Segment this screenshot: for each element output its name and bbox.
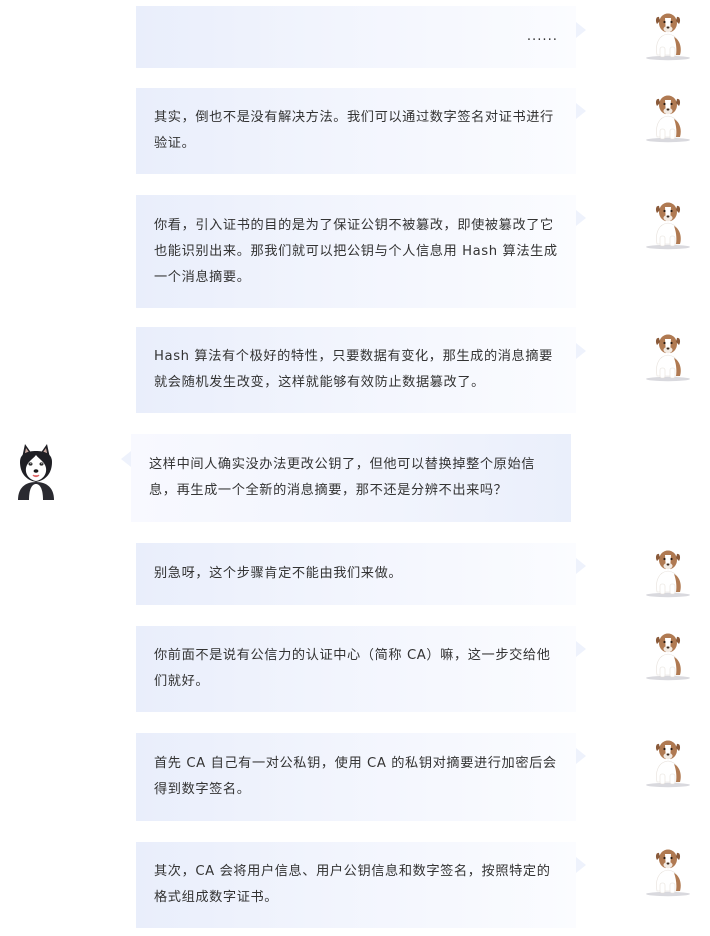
message-bubble: 首先 CA 自己有一对公私钥，使用 CA 的私钥对摘要进行加密后会得到数字签名。: [136, 733, 576, 821]
message-bubble: 你看，引入证书的目的是为了保证公钥不被篡改，即使被篡改了它也能识别出来。那我们就…: [136, 195, 576, 308]
message-text: 首先 CA 自己有一对公私钥，使用 CA 的私钥对摘要进行加密后会得到数字签名。: [154, 756, 557, 797]
bubble-tail: [121, 451, 131, 467]
message-text: 这样中间人确实没办法更改公钥了，但他可以替换掉整个原始信息，再生成一个全新的消息…: [149, 457, 536, 498]
message-text: 别急呀，这个步骤肯定不能由我们来做。: [154, 566, 403, 581]
message-bubble: 这样中间人确实没办法更改公钥了，但他可以替换掉整个原始信息，再生成一个全新的消息…: [131, 434, 571, 522]
message-text: Hash 算法有个极好的特性，只要数据有变化，那生成的消息摘要就会随机发生改变，…: [154, 349, 553, 390]
bubble-tail: [576, 103, 586, 119]
bubble-tail: [576, 558, 586, 574]
husky-avatar-icon: [14, 442, 58, 500]
bubble-tail: [576, 343, 586, 359]
puppy-avatar-icon: [643, 9, 693, 61]
puppy-avatar-icon: [643, 91, 693, 143]
puppy-avatar-icon: [643, 198, 693, 250]
bubble-tail: [576, 641, 586, 657]
message-text: 其次，CA 会将用户信息、用户公钥信息和数字签名，按照特定的格式组成数字证书。: [154, 864, 551, 905]
message-text: 你前面不是说有公信力的认证中心（简称 CA）嘛，这一步交给他们就好。: [154, 648, 551, 689]
puppy-avatar-icon: [643, 546, 693, 598]
message-bubble: Hash 算法有个极好的特性，只要数据有变化，那生成的消息摘要就会随机发生改变，…: [136, 327, 576, 413]
puppy-avatar-icon: [643, 629, 693, 681]
message-bubble: ......: [136, 6, 576, 68]
puppy-avatar-icon: [643, 845, 693, 897]
puppy-avatar-icon: [643, 330, 693, 382]
message-text: 你看，引入证书的目的是为了保证公钥不被篡改，即使被篡改了它也能识别出来。那我们就…: [154, 217, 558, 285]
message-bubble: 你前面不是说有公信力的认证中心（简称 CA）嘛，这一步交给他们就好。: [136, 626, 576, 712]
message-text: ......: [526, 29, 558, 44]
message-bubble: 其次，CA 会将用户信息、用户公钥信息和数字签名，按照特定的格式组成数字证书。: [136, 842, 576, 928]
puppy-avatar-icon: [643, 736, 693, 788]
message-bubble: 其实，倒也不是没有解决方法。我们可以通过数字签名对证书进行验证。: [136, 88, 576, 174]
bubble-tail: [576, 22, 586, 38]
message-text: 其实，倒也不是没有解决方法。我们可以通过数字签名对证书进行验证。: [154, 110, 554, 151]
bubble-tail: [576, 748, 586, 764]
message-bubble: 别急呀，这个步骤肯定不能由我们来做。: [136, 543, 576, 605]
bubble-tail: [576, 210, 586, 226]
bubble-tail: [576, 857, 586, 873]
